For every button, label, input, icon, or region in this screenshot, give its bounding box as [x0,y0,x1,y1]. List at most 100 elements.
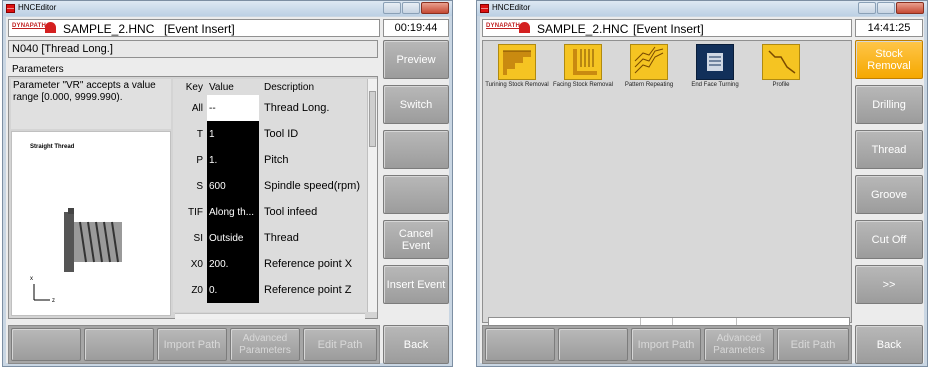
straight-thread-diagram: x z [30,208,122,304]
title-bar: HNCEditor [477,1,927,16]
maximize-button[interactable] [877,2,895,14]
logo-mark-icon [45,22,56,33]
bottom-button-bar: Import Path Advanced Parameters Edit Pat… [482,325,852,364]
horizontal-scrollbar[interactable] [175,313,365,319]
block-line: N040 [Thread Long.] [8,40,378,58]
bottom-blank-button-2[interactable] [558,328,628,361]
row-value[interactable]: 0. [207,277,259,303]
event-facing-stock-removal[interactable]: Facing Stock Removal [551,44,615,89]
more-button[interactable]: >> [855,265,923,304]
advanced-parameters-label: Advanced Parameters [713,332,765,356]
row-value[interactable]: 1. [207,147,259,173]
event-pattern-repeating[interactable]: Pattern Repeating [617,44,681,89]
row-value[interactable]: 600 [207,173,259,199]
window-controls [858,2,924,14]
event-label: End Face Turning [691,82,739,88]
end-face-icon [696,44,734,80]
event-profile[interactable]: Profile [749,44,813,89]
groove-button[interactable]: Groove [855,175,923,214]
row-key: All [191,102,203,114]
thread-button[interactable]: Thread [855,130,923,169]
advanced-parameters-button[interactable]: Advanced Parameters [230,328,300,361]
app-icon [480,4,489,13]
row-value[interactable]: 1 [207,121,259,147]
thread-preview-image: Straight Thread x z [11,131,171,316]
mode-label: [Event Insert] [164,22,235,36]
file-name: SAMPLE_2.HNC [537,22,629,36]
minimize-button[interactable] [383,2,401,14]
profile-icon [762,44,800,80]
event-end-face-turning[interactable]: End Face Turning [683,44,747,89]
dynapath-logo: DYNAPATH [486,23,521,29]
minimize-button[interactable] [858,2,876,14]
side-blank-button-1[interactable] [383,130,449,169]
header-value: Value [209,81,234,93]
cancel-event-button[interactable]: Cancel Event [383,220,449,259]
file-name: SAMPLE_2.HNC [63,22,155,36]
vertical-scrollbar[interactable] [367,79,377,312]
table-row[interactable]: X0 200. Reference point X [173,251,367,277]
parameter-table: Key Value Description All -- Thread Long… [173,79,367,312]
table-row[interactable]: SI Outside Thread [173,225,367,251]
svg-text:z: z [52,298,55,304]
bottom-blank-button-2[interactable] [84,328,154,361]
parameters-label: Parameters [12,64,64,75]
back-button[interactable]: Back [383,325,449,364]
cut-off-button[interactable]: Cut Off [855,220,923,259]
preview-button[interactable]: Preview [383,40,449,79]
row-description: Thread Long. [264,102,330,114]
row-value[interactable]: 200. [207,251,259,277]
event-label: Pattern Repeating [624,82,674,88]
parameters-panel: Parameter "VR" accepts a value range [0.… [8,76,378,319]
drilling-button[interactable]: Drilling [855,85,923,124]
edit-path-button[interactable]: Edit Path [777,328,849,361]
advanced-parameters-button[interactable]: Advanced Parameters [704,328,774,361]
window-title: HNCEditor [18,3,57,12]
parameter-hint: Parameter "VR" accepts a value range [0.… [11,79,171,129]
dynapath-logo: DYNAPATH [12,23,47,29]
client-area: DYNAPATH SAMPLE_2.HNC [Event Insert] 00:… [6,17,449,364]
table-row[interactable]: T 1 Tool ID [173,121,367,147]
table-row[interactable]: Z0 0. Reference point Z [173,277,367,303]
back-button[interactable]: Back [855,325,923,364]
event-icon-panel: Turining Stock Removal Facing Stock Remo… [482,40,852,331]
scroll-thumb[interactable] [369,91,376,147]
mode-label: [Event Insert] [633,22,704,36]
event-label: Facing Stock Removal [552,82,614,88]
event-turning-stock-removal[interactable]: Turining Stock Removal [485,44,549,89]
close-button[interactable] [421,2,449,14]
client-area: DYNAPATH SAMPLE_2.HNC [Event Insert] 14:… [480,17,924,364]
table-row[interactable]: TIF Along th... Tool infeed [173,199,367,225]
row-key: SI [193,232,203,244]
table-header: Key Value Description [173,79,367,95]
bottom-blank-button-1[interactable] [11,328,81,361]
turning-stock-icon [498,44,536,80]
table-row[interactable]: P 1. Pitch [173,147,367,173]
row-key: X0 [190,258,203,270]
header-bar: DYNAPATH SAMPLE_2.HNC [Event Insert] [482,19,852,37]
switch-button[interactable]: Switch [383,85,449,124]
side-blank-button-2[interactable] [383,175,449,214]
row-value[interactable]: Along th... [207,199,259,225]
close-button[interactable] [896,2,924,14]
row-key: P [196,154,203,166]
bottom-blank-button-1[interactable] [485,328,555,361]
import-path-button[interactable]: Import Path [631,328,701,361]
row-description: Tool infeed [264,206,318,218]
row-value[interactable]: Outside [207,225,259,251]
insert-event-button[interactable]: Insert Event [383,265,449,304]
table-row[interactable]: S 600 Spindle speed(rpm) [173,173,367,199]
clock: 14:41:25 [855,19,923,37]
import-path-button[interactable]: Import Path [157,328,227,361]
row-key: Z0 [191,284,203,296]
edit-path-button[interactable]: Edit Path [303,328,377,361]
maximize-button[interactable] [402,2,420,14]
row-description: Tool ID [264,128,299,140]
stock-removal-button[interactable]: Stock Removal [855,40,923,79]
event-label: Profile [772,82,790,88]
table-row[interactable]: All -- Thread Long. [173,95,367,121]
svg-text:x: x [30,276,33,282]
row-description: Reference point X [264,258,353,270]
logo-mark-icon [519,22,530,33]
row-value[interactable]: -- [207,95,259,121]
